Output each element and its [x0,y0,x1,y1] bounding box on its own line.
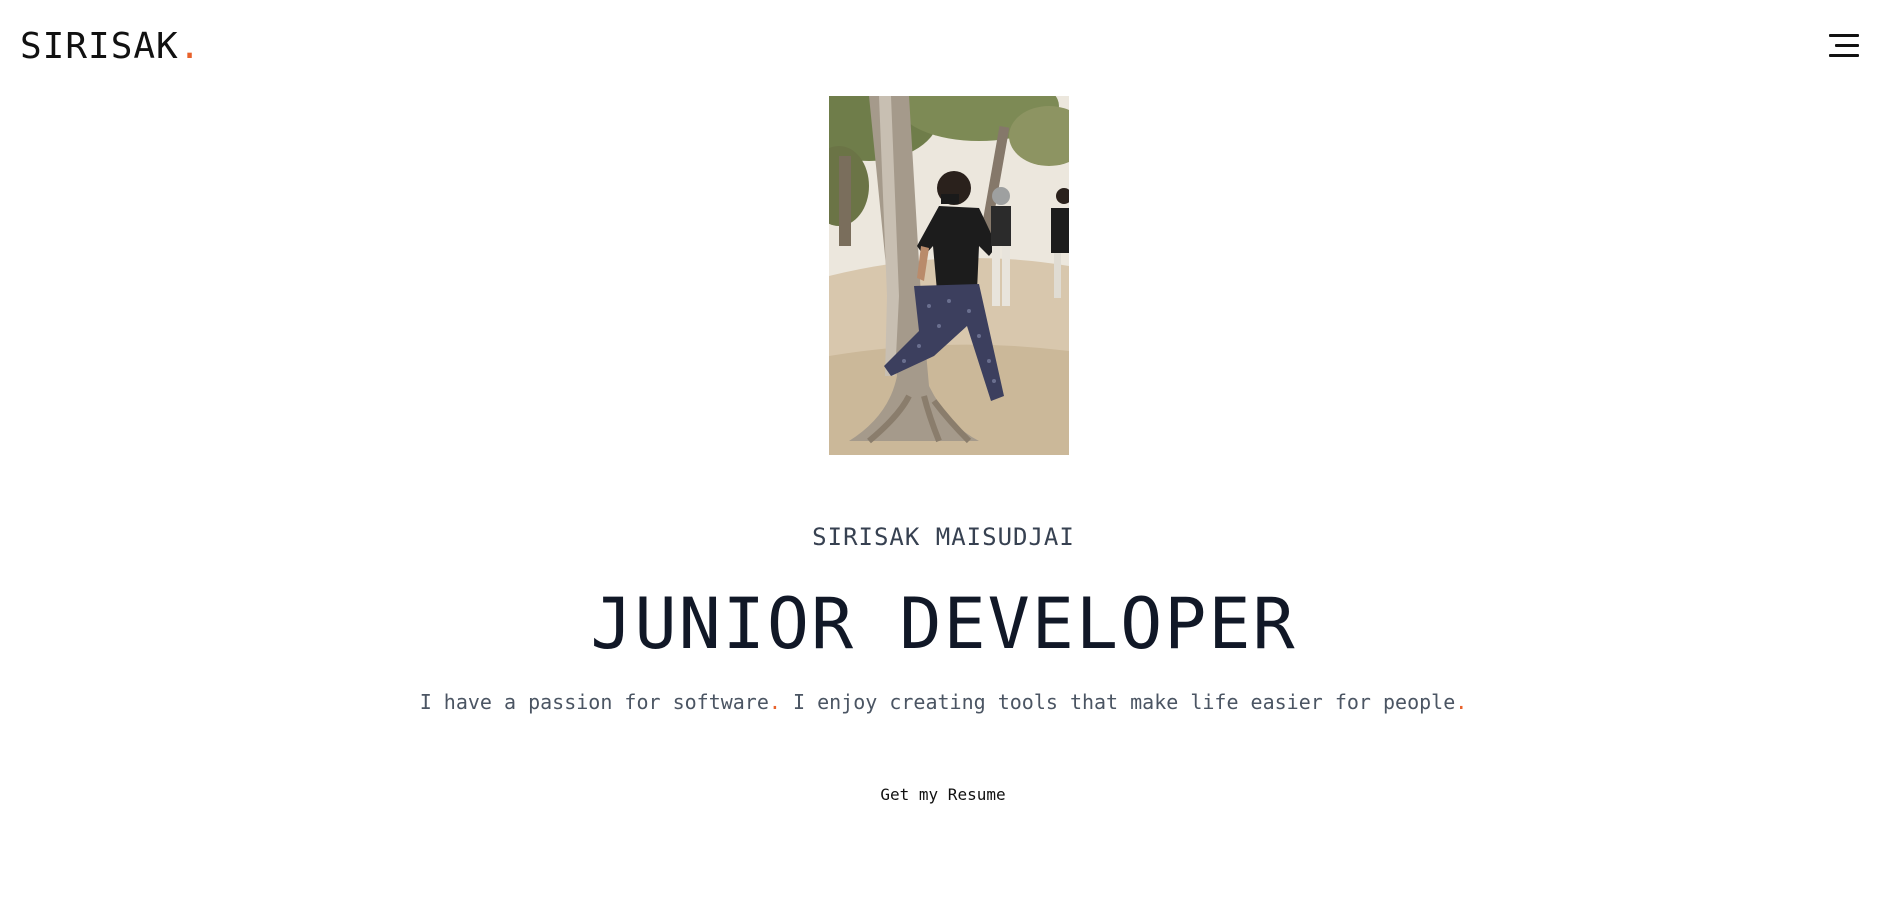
tagline-dot: . [1455,690,1468,714]
hamburger-menu-icon[interactable] [1827,34,1859,60]
person-name: SIRISAK MAISUDJAI [812,523,1075,551]
menu-line [1829,34,1859,37]
menu-line [1829,54,1859,57]
menu-line [1835,44,1859,47]
tagline-dot: . [768,690,781,714]
profile-photo [829,96,1069,455]
tagline-sentence-1: I have a passion for software [419,690,769,714]
job-title: JUNIOR DEVELOPER [590,583,1297,665]
site-logo[interactable]: SIRISAK. [20,24,201,70]
logo-dot: . [178,26,202,67]
tagline: I have a passion for software. I enjoy c… [0,688,1887,716]
logo-text: SIRISAK [20,26,179,67]
tagline-sentence-2: I enjoy creating tools that make life ea… [780,690,1456,714]
get-resume-button[interactable]: Get my Resume [843,778,1043,810]
